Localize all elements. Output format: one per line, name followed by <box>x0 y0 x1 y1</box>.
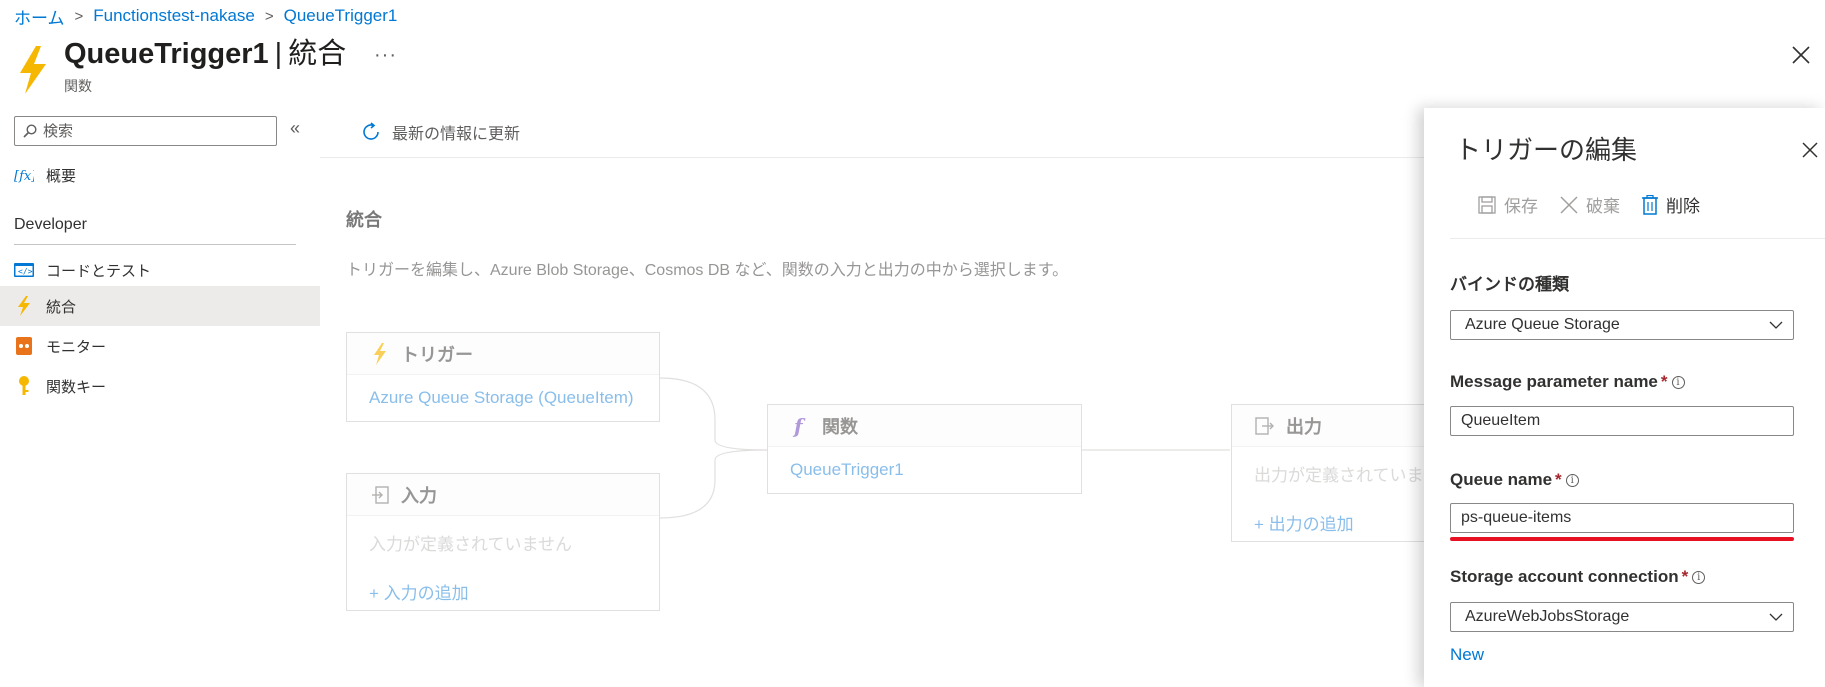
queue-name-input[interactable] <box>1451 504 1793 532</box>
card-title: 関数 <box>822 416 858 437</box>
save-label: 保存 <box>1504 197 1538 216</box>
add-input-link[interactable]: + 入力の追加 <box>369 579 659 604</box>
input-empty-text: 入力が定義されていません <box>369 535 572 554</box>
required-marker: * <box>1555 470 1562 489</box>
function-card[interactable]: f 関数 QueueTrigger1 <box>767 404 1082 494</box>
card-title: トリガー <box>401 344 473 365</box>
info-icon[interactable]: i <box>1565 473 1579 487</box>
storage-connection-dropdown[interactable]: AzureWebJobsStorage <box>1450 602 1794 632</box>
queue-name-label: Queue name * i <box>1450 470 1579 490</box>
new-connection-link[interactable]: New <box>1450 645 1484 665</box>
message-parameter-label-text: Message parameter name <box>1450 372 1658 391</box>
binding-type-dropdown[interactable]: Azure Queue Storage <box>1450 310 1794 340</box>
info-icon[interactable]: i <box>1671 375 1685 389</box>
card-title: 出力 <box>1286 416 1322 437</box>
trigger-binding-link[interactable]: Azure Queue Storage (QueueItem) <box>369 388 634 407</box>
storage-connection-label: Storage account connection * i <box>1450 567 1706 587</box>
binding-type-value: Azure Queue Storage <box>1465 316 1620 333</box>
card-header: 入力 <box>347 474 659 516</box>
save-button[interactable]: 保存 <box>1478 192 1538 217</box>
panel-toolbar: 保存 破棄 削除 <box>1478 192 1722 217</box>
message-parameter-label: Message parameter name * i <box>1450 372 1685 392</box>
discard-label: 破棄 <box>1586 197 1620 216</box>
divider <box>1450 238 1825 239</box>
highlight-underline <box>1450 537 1794 541</box>
bolt-icon <box>369 342 391 365</box>
storage-connection-label-text: Storage account connection <box>1450 567 1679 586</box>
queue-name-label-text: Queue name <box>1450 470 1553 489</box>
delete-label: 削除 <box>1666 197 1700 216</box>
save-icon <box>1478 195 1496 214</box>
function-name-link[interactable]: QueueTrigger1 <box>790 460 904 479</box>
input-icon <box>369 484 391 506</box>
chevron-down-icon <box>1769 321 1783 329</box>
message-parameter-field <box>1450 406 1794 436</box>
input-card: 入力 入力が定義されていません + 入力の追加 <box>346 473 660 611</box>
close-icon[interactable] <box>1790 44 1812 66</box>
message-parameter-input[interactable] <box>1451 407 1793 435</box>
svg-text:f: f <box>792 415 806 437</box>
card-header: トリガー <box>347 333 659 375</box>
close-icon <box>1560 195 1578 214</box>
info-icon[interactable]: i <box>1692 570 1706 584</box>
chevron-down-icon <box>1769 613 1783 621</box>
discard-button[interactable]: 破棄 <box>1560 192 1620 217</box>
close-icon[interactable] <box>1802 142 1818 158</box>
required-marker: * <box>1660 372 1668 391</box>
card-header: f 関数 <box>768 405 1081 447</box>
trigger-card[interactable]: トリガー Azure Queue Storage (QueueItem) <box>346 332 660 422</box>
required-marker: * <box>1681 567 1689 586</box>
edit-trigger-panel: トリガーの編集 保存 破棄 削除 バインドの種類 Azure Queue Sto… <box>1424 108 1825 687</box>
queue-name-field <box>1450 503 1794 533</box>
panel-title: トリガーの編集 <box>1455 135 1638 165</box>
delete-button[interactable]: 削除 <box>1642 192 1700 217</box>
function-f-icon: f <box>790 415 812 437</box>
output-icon <box>1254 415 1276 437</box>
trash-icon <box>1642 194 1658 215</box>
card-title: 入力 <box>401 485 437 506</box>
storage-connection-value: AzureWebJobsStorage <box>1465 608 1630 625</box>
binding-type-label: バインドの種類 <box>1450 270 1569 295</box>
binding-type-label-text: バインドの種類 <box>1450 275 1569 294</box>
